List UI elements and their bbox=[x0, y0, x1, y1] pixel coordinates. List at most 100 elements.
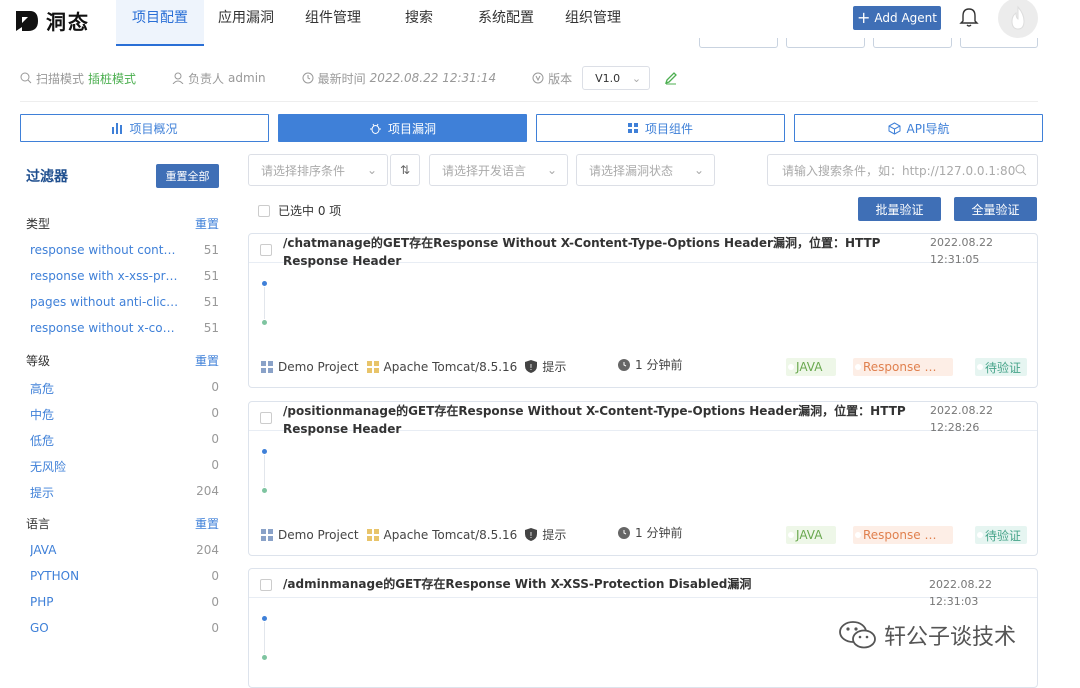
timeline-end-dot bbox=[262, 320, 267, 325]
chevron-down-icon: ⌄ bbox=[631, 71, 642, 85]
sort-arrows-icon: ⇅ bbox=[399, 163, 411, 177]
add-agent-label: Add Agent bbox=[874, 11, 937, 25]
tab-project-vulns[interactable]: 项目漏洞 bbox=[278, 114, 527, 142]
owner: 负责人 admin bbox=[172, 70, 266, 87]
filter-count: 204 bbox=[196, 484, 219, 498]
brand-name: 洞态 bbox=[46, 10, 90, 34]
edit-icon[interactable] bbox=[664, 71, 678, 85]
filter-item[interactable]: GO 0 bbox=[30, 621, 219, 638]
filter-count: 51 bbox=[203, 321, 219, 335]
vuln-card-header: /adminmanage的GET存在Response With X-XSS-Pr… bbox=[249, 569, 1037, 608]
level-label: 提示 bbox=[542, 528, 567, 542]
language-tag: JAVA bbox=[786, 526, 836, 544]
nav-system-config[interactable]: 系统配置 bbox=[460, 0, 552, 46]
hidden-action-button[interactable] bbox=[873, 38, 952, 48]
latest-time-value: 2022.08.22 12:31:14 bbox=[369, 71, 497, 85]
filter-item[interactable]: JAVA 204 bbox=[30, 543, 219, 560]
chevron-down-icon: ⌄ bbox=[366, 163, 377, 177]
reset-all-button[interactable]: 重置全部 bbox=[156, 164, 219, 188]
search-input[interactable]: 请输入搜索条件，如：http://127.0.0.1:808 bbox=[767, 154, 1038, 186]
vuln-clock: 12:31:05 bbox=[930, 253, 980, 266]
nav-app-vuln[interactable]: 应用漏洞 bbox=[204, 0, 288, 46]
tab-label: 项目组件 bbox=[644, 121, 693, 136]
sort-order-button[interactable]: ⇅ bbox=[390, 154, 420, 186]
nav-component-mgmt[interactable]: 组件管理 bbox=[288, 0, 378, 46]
logo[interactable]: 洞态 bbox=[14, 6, 90, 35]
timeline-start-dot bbox=[262, 449, 267, 454]
filter-item[interactable]: pages without anti-click… 51 bbox=[30, 295, 219, 312]
vuln-title[interactable]: /positionmanage的GET存在Response Without X-… bbox=[283, 402, 923, 438]
sort-select[interactable]: 请选择排序条件 ⌄ bbox=[248, 154, 388, 186]
filter-item[interactable]: 低危 0 bbox=[30, 432, 219, 452]
filter-label: PYTHON bbox=[30, 569, 80, 583]
filter-count: 0 bbox=[211, 621, 219, 635]
filter-item[interactable]: 无风险 0 bbox=[30, 458, 219, 478]
vuln-card-footer: Demo Project Apache Tomcat/8.5.16 ! 提示 bbox=[261, 526, 574, 543]
project-subtabs: 项目概况 项目漏洞 项目组件 API导航 bbox=[20, 114, 1043, 142]
tab-api-nav[interactable]: API导航 bbox=[794, 114, 1043, 142]
version-select[interactable]: V1.0 ⌄ bbox=[582, 66, 651, 90]
wechat-icon bbox=[839, 621, 876, 649]
vuln-time: 2022.08.22 12:28:26 bbox=[930, 402, 993, 436]
all-verify-button[interactable]: 全量验证 bbox=[954, 197, 1037, 221]
nav-project-config[interactable]: 项目配置 bbox=[116, 0, 204, 46]
vuln-card[interactable]: /chatmanage的GET存在Response Without X-Cont… bbox=[248, 233, 1038, 388]
filter-count: 0 bbox=[211, 406, 219, 420]
level-section-header: 等级 重置 bbox=[26, 352, 219, 369]
version-label: 版本 bbox=[548, 71, 573, 86]
filter-item[interactable]: 高危 0 bbox=[30, 380, 219, 400]
server-name: Apache Tomcat/8.5.16 bbox=[383, 527, 518, 542]
add-agent-button[interactable]: + Add Agent bbox=[853, 6, 941, 30]
timeline-line bbox=[264, 287, 265, 319]
avatar[interactable] bbox=[998, 0, 1038, 38]
batch-verify-button[interactable]: 批量验证 bbox=[858, 197, 941, 221]
hidden-action-button[interactable] bbox=[699, 38, 778, 48]
level-reset-link[interactable]: 重置 bbox=[195, 352, 219, 369]
hidden-action-button[interactable] bbox=[960, 38, 1038, 48]
project-icon bbox=[261, 360, 273, 373]
filter-label: GO bbox=[30, 621, 49, 635]
filter-item[interactable]: 中危 0 bbox=[30, 406, 219, 426]
tab-project-components[interactable]: 项目组件 bbox=[536, 114, 785, 142]
filter-item[interactable]: response without conte… 51 bbox=[30, 243, 219, 260]
chevron-down-icon: ⌄ bbox=[546, 163, 557, 177]
bar-chart-icon bbox=[112, 123, 123, 134]
vuln-title[interactable]: /adminmanage的GET存在Response With X-XSS-Pr… bbox=[283, 575, 923, 593]
filter-item[interactable]: PYTHON 0 bbox=[30, 569, 219, 586]
filter-label: JAVA bbox=[30, 543, 57, 557]
bell-icon[interactable] bbox=[958, 6, 980, 28]
vuln-checkbox[interactable] bbox=[260, 579, 272, 591]
nav-org-mgmt[interactable]: 组织管理 bbox=[552, 0, 634, 46]
filter-count: 51 bbox=[203, 269, 219, 283]
select-all-checkbox[interactable] bbox=[258, 204, 270, 217]
vuln-checkbox[interactable] bbox=[260, 244, 272, 256]
search-icon[interactable] bbox=[1015, 164, 1027, 176]
filter-item[interactable]: response without x-con… 51 bbox=[30, 321, 219, 338]
scan-icon bbox=[20, 72, 32, 84]
filter-item[interactable]: 提示 204 bbox=[30, 484, 219, 504]
filter-item[interactable]: PHP 0 bbox=[30, 595, 219, 612]
vuln-checkbox[interactable] bbox=[260, 412, 272, 424]
tab-project-overview[interactable]: 项目概况 bbox=[20, 114, 269, 142]
version-icon bbox=[532, 72, 544, 84]
timeline-line bbox=[264, 622, 265, 654]
vuln-date: 2022.08.22 bbox=[930, 404, 993, 417]
clock-icon bbox=[302, 72, 314, 84]
server-info: Apache Tomcat/8.5.16 bbox=[366, 527, 518, 542]
sort-placeholder: 请选择排序条件 bbox=[261, 163, 346, 178]
language-select[interactable]: 请选择开发语言 ⌄ bbox=[429, 154, 568, 186]
lang-reset-link[interactable]: 重置 bbox=[195, 515, 219, 532]
level-label: 提示 bbox=[542, 360, 567, 374]
status-placeholder: 请选择漏洞状态 bbox=[589, 163, 674, 178]
status-select[interactable]: 请选择漏洞状态 ⌄ bbox=[576, 154, 715, 186]
filter-item[interactable]: response with x-xss-pr… 51 bbox=[30, 269, 219, 286]
nav-search[interactable]: 搜索 bbox=[378, 0, 460, 46]
vuln-card[interactable]: /positionmanage的GET存在Response Without X-… bbox=[248, 401, 1038, 556]
filter-label: 提示 bbox=[30, 486, 55, 500]
level-info: ! 提示 bbox=[525, 526, 566, 543]
vuln-title[interactable]: /chatmanage的GET存在Response Without X-Cont… bbox=[283, 234, 923, 270]
hidden-action-button[interactable] bbox=[786, 38, 865, 48]
watermark-text: 轩公子谈技术 bbox=[884, 625, 1017, 650]
type-reset-link[interactable]: 重置 bbox=[195, 215, 219, 232]
selected-count: 已选中 0 项 bbox=[278, 204, 342, 218]
